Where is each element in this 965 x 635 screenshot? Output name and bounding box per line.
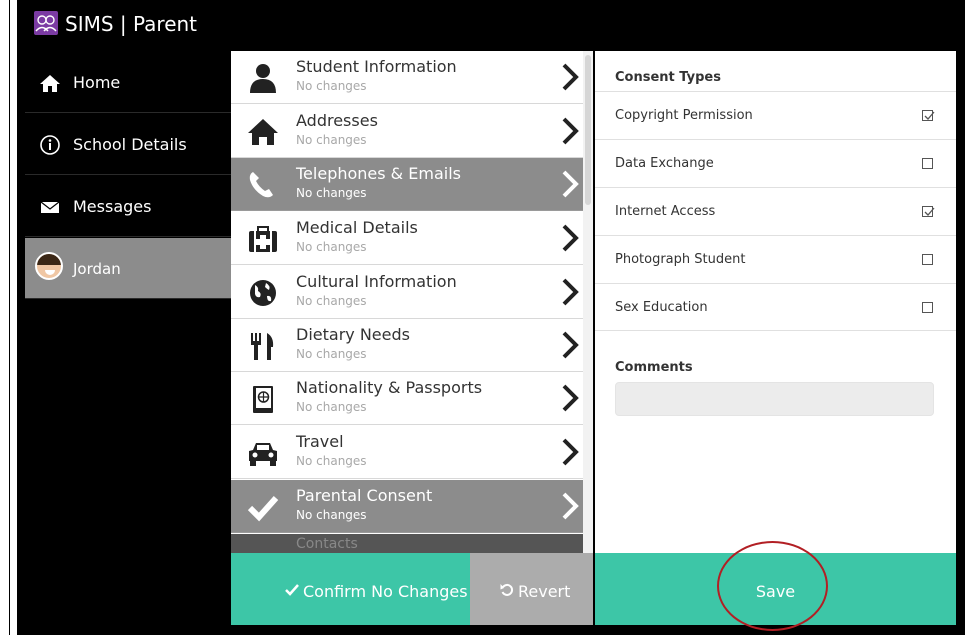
chevron-right-icon <box>562 170 579 198</box>
list-item-telephones-emails[interactable]: Telephones & Emails No changes <box>231 158 583 211</box>
sims-logo-icon <box>34 11 58 35</box>
confirm-button-label: Confirm No Changes <box>303 582 468 601</box>
chevron-right-icon <box>562 438 579 466</box>
chevron-right-icon <box>562 492 579 520</box>
section-title: Parental Consent <box>296 486 433 505</box>
section-status: No changes <box>296 347 367 361</box>
list-item-student-information[interactable]: Student Information No changes <box>231 51 583 104</box>
section-title: Contacts <box>296 536 358 552</box>
car-icon <box>249 443 277 466</box>
revert-button-label: Revert <box>518 582 571 601</box>
chevron-right-icon <box>562 63 579 91</box>
consent-label: Internet Access <box>615 204 716 219</box>
consent-row-sex-education[interactable]: Sex Education <box>595 283 956 331</box>
consent-checkbox[interactable] <box>922 110 935 121</box>
sidebar-item-label: Messages <box>73 197 152 216</box>
sidebar-item-home[interactable]: Home <box>25 52 231 113</box>
undo-icon <box>500 583 514 596</box>
phone-icon <box>249 172 273 198</box>
list-item-travel[interactable]: Travel No changes <box>231 426 583 479</box>
checkbox-check-icon <box>924 111 935 120</box>
home-icon <box>40 75 60 92</box>
chevron-right-icon <box>562 278 579 306</box>
section-title: Travel <box>296 432 344 451</box>
section-status: No changes <box>296 400 367 414</box>
envelope-icon <box>40 201 60 213</box>
consent-label: Sex Education <box>615 300 708 315</box>
section-list: Student Information No changes Addresses… <box>231 51 593 553</box>
consent-checkbox[interactable] <box>922 158 933 169</box>
chevron-right-icon <box>562 384 579 412</box>
consent-panel: Consent Types Copyright Permission Data … <box>595 51 956 631</box>
house-icon <box>248 119 278 145</box>
sidebar-item-messages[interactable]: Messages <box>25 176 231 237</box>
consent-checkbox[interactable] <box>922 206 935 217</box>
save-button[interactable]: Save <box>595 541 956 631</box>
list-item-contacts[interactable]: Contacts <box>231 534 583 553</box>
list-item-medical-details[interactable]: Medical Details No changes <box>231 212 583 265</box>
section-status: No changes <box>296 133 367 147</box>
info-icon <box>40 135 60 155</box>
list-item-dietary-needs[interactable]: Dietary Needs No changes <box>231 319 583 372</box>
sidebar-item-label: Home <box>73 73 121 92</box>
top-bar: SIMS | Parent <box>17 0 965 50</box>
section-title: Cultural Information <box>296 272 457 291</box>
section-title: Nationality & Passports <box>296 378 483 397</box>
section-title: Student Information <box>296 57 457 76</box>
page-border <box>9 0 10 635</box>
section-title: Addresses <box>296 111 378 130</box>
sidebar-item-label: Jordan <box>73 260 121 278</box>
consent-label: Data Exchange <box>615 156 714 171</box>
checkmark-icon <box>247 495 279 522</box>
sidebar: Home School Details Messages Jordan <box>25 52 231 635</box>
consent-label: Photograph Student <box>615 252 746 267</box>
section-title: Medical Details <box>296 218 418 237</box>
avatar <box>35 252 63 280</box>
sidebar-item-school-details[interactable]: School Details <box>25 114 231 175</box>
sidebar-item-label: School Details <box>73 135 187 154</box>
list-scrollbar[interactable] <box>583 51 593 553</box>
sidebar-item-jordan[interactable]: Jordan <box>25 238 231 299</box>
consent-row-copyright-permission[interactable]: Copyright Permission <box>595 91 956 139</box>
divider <box>595 330 956 331</box>
consent-types-heading: Consent Types <box>615 70 721 85</box>
chevron-right-icon <box>562 224 579 252</box>
section-status: No changes <box>296 240 367 254</box>
consent-checkbox[interactable] <box>922 254 933 265</box>
section-status: No changes <box>296 186 367 200</box>
comments-heading: Comments <box>615 360 693 375</box>
medical-kit-icon <box>249 226 277 252</box>
list-item-nationality-passports[interactable]: Nationality & Passports No changes <box>231 372 583 425</box>
section-status: No changes <box>296 508 367 522</box>
consent-checkbox[interactable] <box>922 302 933 313</box>
comments-field[interactable] <box>615 382 934 416</box>
section-title: Dietary Needs <box>296 325 410 344</box>
section-status: No changes <box>296 454 367 468</box>
passport-icon <box>253 386 273 413</box>
scrollbar-thumb[interactable] <box>585 55 591 205</box>
section-title: Telephones & Emails <box>296 164 461 183</box>
checkbox-check-icon <box>924 207 935 216</box>
sims-parent-app: SIMS | Parent Home School Details Messag… <box>17 0 965 635</box>
check-icon <box>285 584 299 596</box>
chevron-right-icon <box>562 117 579 145</box>
cutlery-icon <box>251 333 274 360</box>
app-title: SIMS | Parent <box>65 12 198 36</box>
person-icon <box>250 64 276 93</box>
confirm-no-changes-button[interactable]: Confirm No Changes <box>231 553 470 625</box>
annotation-circle <box>717 541 828 631</box>
globe-icon <box>250 280 276 306</box>
revert-button[interactable]: Revert <box>470 553 593 625</box>
consent-row-photograph-student[interactable]: Photograph Student <box>595 235 956 283</box>
list-item-addresses[interactable]: Addresses No changes <box>231 105 583 158</box>
section-status: No changes <box>296 79 367 93</box>
consent-row-data-exchange[interactable]: Data Exchange <box>595 139 956 187</box>
list-item-parental-consent[interactable]: Parental Consent No changes <box>231 480 583 533</box>
consent-label: Copyright Permission <box>615 108 753 123</box>
section-status: No changes <box>296 294 367 308</box>
chevron-right-icon <box>562 331 579 359</box>
consent-row-internet-access[interactable]: Internet Access <box>595 187 956 235</box>
list-item-cultural-information[interactable]: Cultural Information No changes <box>231 266 583 319</box>
